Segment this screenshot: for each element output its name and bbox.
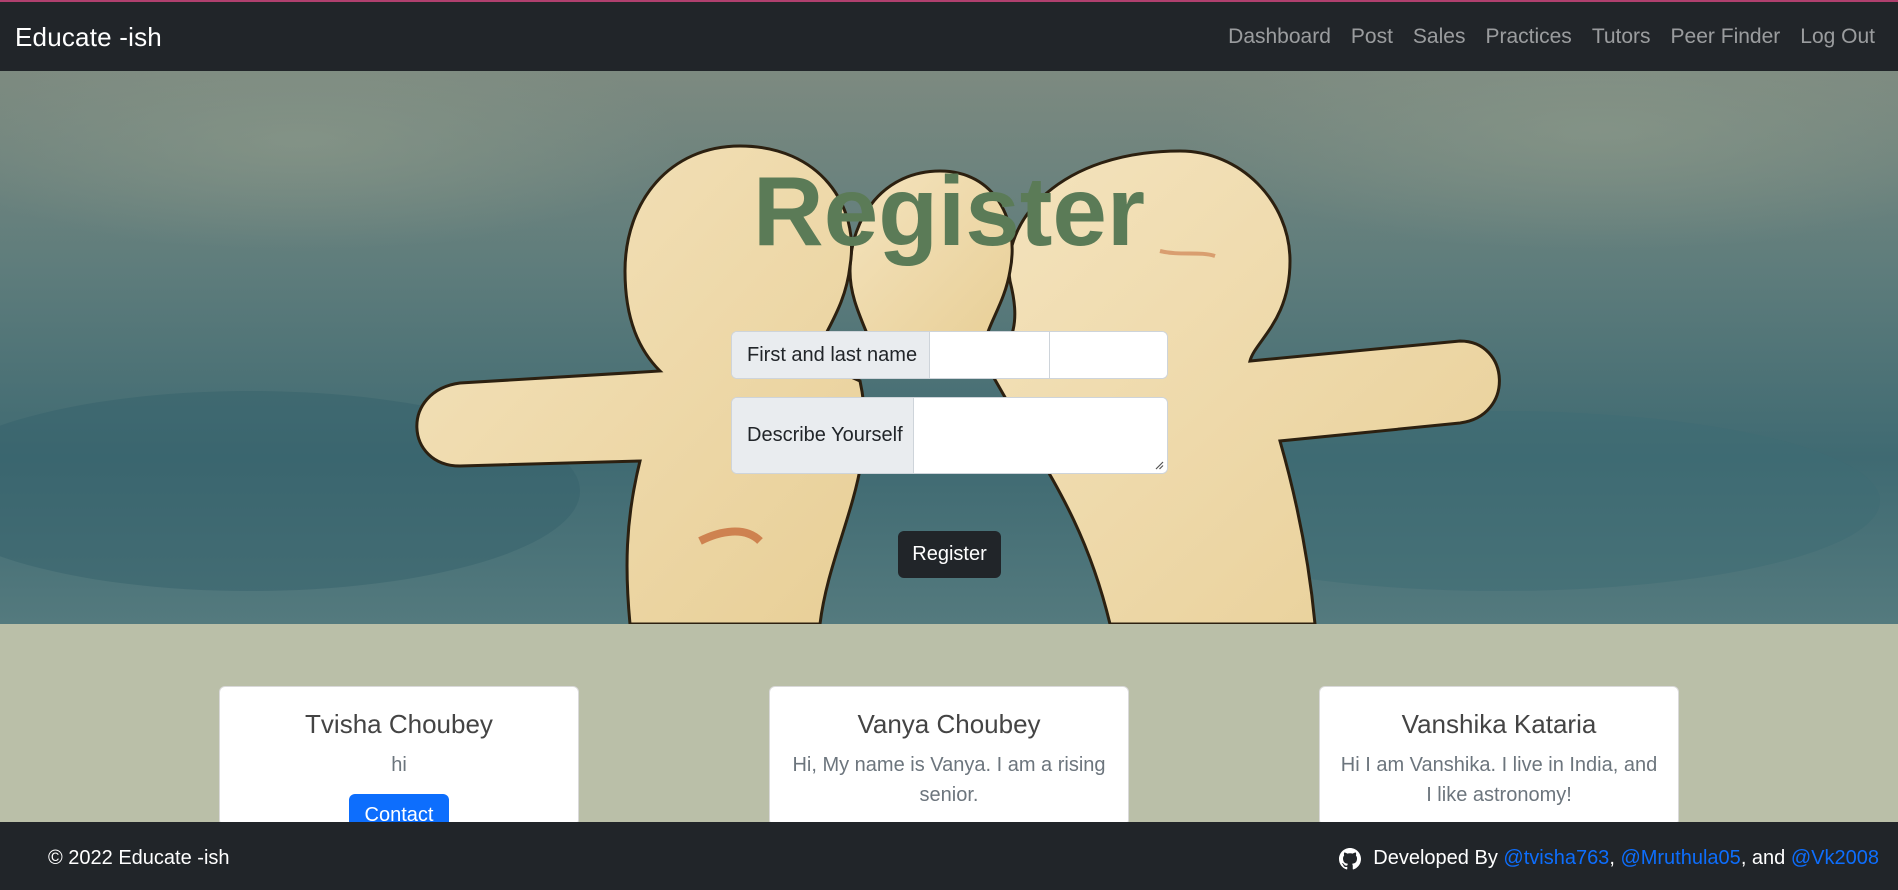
nav-log-out[interactable]: Log Out xyxy=(1800,25,1875,49)
card-name: Vanya Choubey xyxy=(857,709,1041,739)
first-name-input[interactable] xyxy=(930,332,1049,378)
nav-practices[interactable]: Practices xyxy=(1485,25,1571,49)
nav-post[interactable]: Post xyxy=(1351,25,1393,49)
nav-links: Dashboard Post Sales Practices Tutors Pe… xyxy=(1208,25,1875,49)
card-name: Tvisha Choubey xyxy=(305,709,493,739)
profile-card: Tvisha Choubey hi Contact xyxy=(219,686,579,826)
nav-sales[interactable]: Sales xyxy=(1413,25,1466,49)
describe-textarea[interactable] xyxy=(914,398,1167,473)
profile-card: Vanshika Kataria Hi I am Vanshika. I liv… xyxy=(1319,686,1679,826)
copyright-text: © 2022 Educate -ish xyxy=(48,847,230,869)
footer: © 2022 Educate -ish Developed By @tvisha… xyxy=(0,822,1898,890)
navbar: Educate -ish Dashboard Post Sales Practi… xyxy=(0,0,1898,71)
dev-link-mruthula[interactable]: @Mruthula05 xyxy=(1620,847,1740,870)
card-description: Hi I am Vanshika. I live in India, and I… xyxy=(1340,754,1658,806)
profile-card: Vanya Choubey Hi, My name is Vanya. I am… xyxy=(769,686,1129,826)
last-name-input[interactable] xyxy=(1049,332,1167,378)
dev-link-tvisha[interactable]: @tvisha763 xyxy=(1503,847,1609,870)
developer-credits: Developed By @tvisha763, @Mruthula05, an… xyxy=(1339,847,1879,870)
nav-tutors[interactable]: Tutors xyxy=(1592,25,1651,49)
card-description: Hi, My name is Vanya. I am a rising seni… xyxy=(792,754,1106,806)
name-label: First and last name xyxy=(732,332,930,378)
separator: , and xyxy=(1740,847,1786,869)
resize-grip-icon[interactable] xyxy=(1154,460,1164,470)
github-icon xyxy=(1339,847,1362,869)
describe-input-group: Describe Yourself xyxy=(731,397,1168,474)
separator: , xyxy=(1609,847,1615,869)
name-input-group: First and last name xyxy=(731,331,1168,379)
page-title: Register xyxy=(752,156,1146,266)
register-button[interactable]: Register xyxy=(898,531,1001,578)
nav-peer-finder[interactable]: Peer Finder xyxy=(1671,25,1781,49)
brand-link[interactable]: Educate -ish xyxy=(15,22,162,53)
nav-dashboard[interactable]: Dashboard xyxy=(1228,25,1331,49)
card-name: Vanshika Kataria xyxy=(1401,709,1597,739)
developed-by-label: Developed By xyxy=(1373,847,1498,869)
dev-link-vk[interactable]: @Vk2008 xyxy=(1791,847,1879,870)
card-description: hi xyxy=(391,754,407,776)
describe-label: Describe Yourself xyxy=(732,398,914,473)
